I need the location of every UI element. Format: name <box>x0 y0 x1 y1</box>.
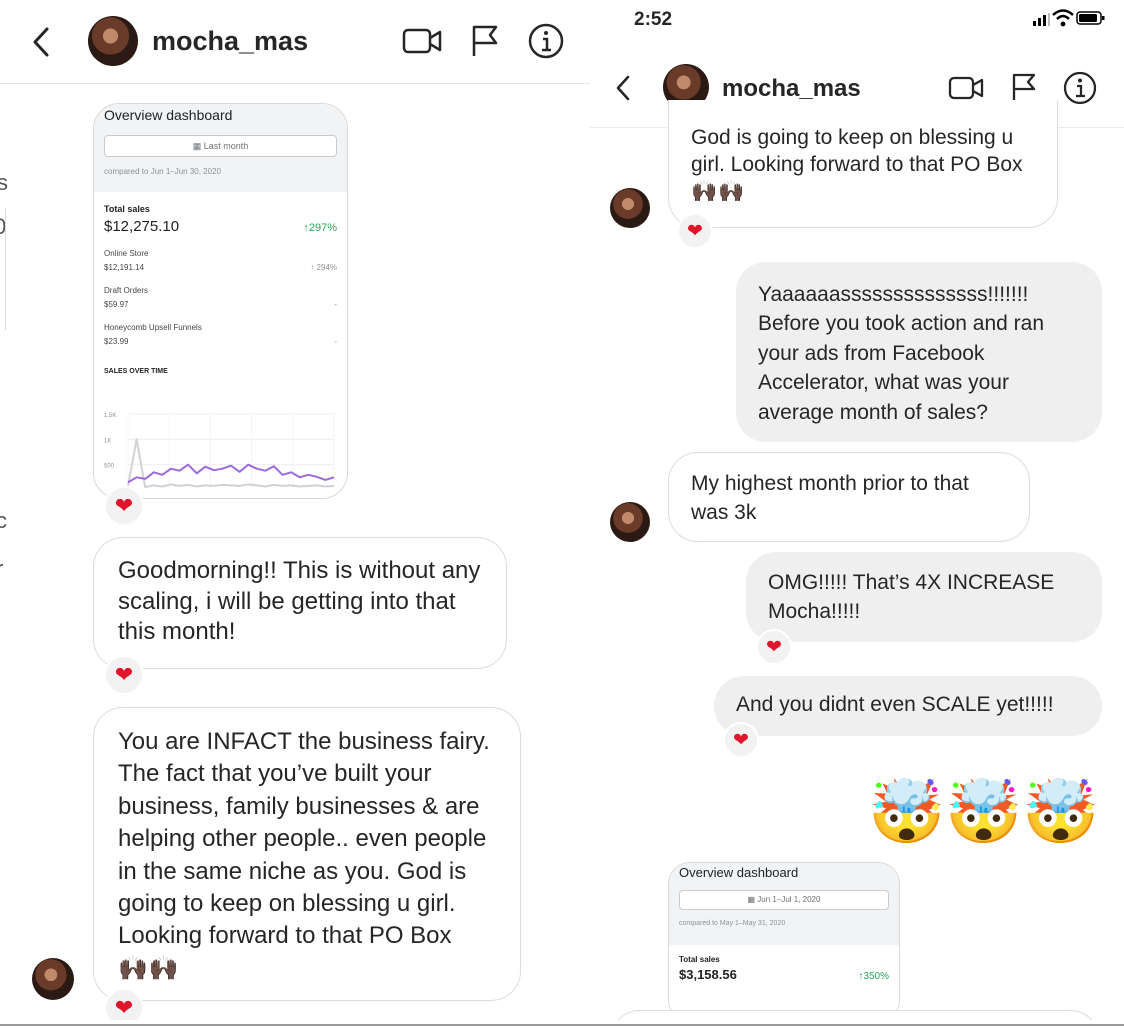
dashboard-header: Overview dashboard ▦ Last month compared… <box>94 104 347 192</box>
shared-dashboard-image[interactable]: Overview dashboard ▦ Jun 1–Jul 1, 2020 c… <box>668 862 900 1020</box>
row-label: Honeycomb Upsell Funnels <box>104 323 202 332</box>
bottom-border <box>0 1024 1124 1026</box>
total-sales-label: Total sales <box>679 955 720 964</box>
row-change: - <box>334 300 337 309</box>
message-text: And you didnt even SCALE yet!!!!! <box>736 693 1054 716</box>
edge-divider <box>0 208 6 330</box>
compared-text: compared to Jun 1–Jun 30, 2020 <box>104 167 221 176</box>
sender-avatar[interactable] <box>610 502 650 542</box>
video-call-icon[interactable] <box>402 26 442 56</box>
signal-icon <box>1033 13 1050 26</box>
status-time: 2:52 <box>634 9 673 30</box>
back-arrow-icon[interactable] <box>30 26 52 58</box>
row-value: $59.97 <box>104 300 129 309</box>
heart-reaction[interactable]: ❤ <box>104 988 144 1020</box>
edge-text: l <box>0 746 1 772</box>
info-icon[interactable] <box>527 22 565 60</box>
edge-text: s <box>0 170 8 195</box>
row-value: $12,191.14 <box>104 263 145 272</box>
message-text: You are INFACT the business fairy. The f… <box>118 728 490 950</box>
exploding-head-emoji[interactable]: 🤯🤯🤯 <box>868 782 1100 844</box>
dashboard-body: Total sales $12,275.10 ↑297% Online Stor… <box>94 192 347 375</box>
dashboard-header: Overview dashboard ▦ Jun 1–Jul 1, 2020 c… <box>669 863 899 945</box>
heart-reaction[interactable]: ❤ <box>723 722 759 758</box>
total-sales-value: $3,158.56 <box>679 967 737 982</box>
total-sales-value: $12,275.10 <box>104 218 180 235</box>
total-sales-change: ↑297% <box>303 222 337 234</box>
message-bubble[interactable]: My highest month prior to that was 3k <box>668 452 1030 542</box>
row-change: ↑ 294% <box>310 263 337 272</box>
y-tick-label: 500 <box>104 464 115 470</box>
chat-header: mocha_mas <box>0 0 590 84</box>
date-range-label: Jun 1–Jul 1, 2020 <box>757 895 821 904</box>
message-bubble[interactable]: God is going to keep on blessing u girl.… <box>668 100 1058 228</box>
breakdown-row: Online Store $12,191.14 ↑ 294% <box>104 249 337 272</box>
dashboard-title: Overview dashboard <box>679 865 799 880</box>
battery-icon <box>1076 11 1105 25</box>
y-tick-label: 1K <box>104 438 111 444</box>
message-bubble[interactable]: OMG!!!!! That’s 4X INCREASE Mocha!!!!! <box>746 552 1102 642</box>
shared-dashboard-image[interactable]: Overview dashboard ▦ Last month compared… <box>93 103 348 499</box>
edge-text: c <box>0 508 7 533</box>
message-bubble[interactable]: And you didnt even SCALE yet!!!!! <box>714 676 1102 736</box>
heart-icon: ❤ <box>733 729 749 751</box>
row-change: - <box>334 337 337 346</box>
heart-reaction[interactable]: ❤ <box>677 213 713 249</box>
sales-series-line <box>127 438 335 488</box>
row-value: $23.99 <box>104 337 129 346</box>
breakdown-row: Draft Orders $59.97 - <box>104 286 337 309</box>
right-screenshot: 2:52 mocha_mas God is going to keep on b… <box>590 0 1124 1020</box>
message-text: My highest month prior to that was 3k <box>691 472 969 525</box>
message-text: Goodmorning!! This is without any scalin… <box>118 557 481 646</box>
heart-reaction[interactable]: ❤ <box>104 655 144 695</box>
heart-reaction[interactable]: ❤ <box>104 486 144 526</box>
y-tick-label: 1.5K <box>104 413 116 419</box>
raised-hands-icon: 🙌🏿🙌🏿 <box>691 179 746 203</box>
edge-text: r <box>0 556 3 582</box>
breakdown-row: Honeycomb Upsell Funnels $23.99 - <box>104 323 337 346</box>
date-range-label: Last month <box>203 141 249 151</box>
username[interactable]: mocha_mas <box>722 75 861 103</box>
message-bubble[interactable]: Yaaaaaassssssssssssss!!!!!!! Before you … <box>736 262 1102 442</box>
message-bubble[interactable] <box>610 1010 1100 1020</box>
message-text: Yaaaaaassssssssssssss!!!!!!! Before you … <box>758 283 1045 424</box>
calendar-icon: ▦ <box>192 141 204 151</box>
total-sales-change: ↑350% <box>858 971 889 982</box>
flag-icon[interactable] <box>470 24 500 58</box>
message-bubble[interactable]: Goodmorning!! This is without any scalin… <box>93 537 507 669</box>
sales-chart: 1.5K 1K 500 <box>104 413 335 490</box>
wifi-icon <box>1052 9 1074 27</box>
raised-hands-icon: 🙌🏿🙌🏿 <box>118 954 180 982</box>
info-icon[interactable] <box>1062 70 1098 106</box>
message-text: OMG!!!!! That’s 4X INCREASE Mocha!!!!! <box>768 571 1055 624</box>
row-label: Online Store <box>104 249 149 258</box>
date-range-button[interactable]: ▦ Jun 1–Jul 1, 2020 <box>679 890 889 910</box>
video-call-icon[interactable] <box>948 74 984 102</box>
username[interactable]: mocha_mas <box>152 26 308 57</box>
compared-text: compared to May 1–May 31, 2020 <box>679 920 786 927</box>
message-text: God is going to keep on blessing u girl.… <box>691 126 1023 176</box>
avatar[interactable] <box>88 16 138 66</box>
heart-icon: ❤ <box>766 636 782 658</box>
chart-title: SALES OVER TIME <box>104 368 168 375</box>
sender-avatar[interactable] <box>610 188 650 228</box>
dashboard-title: Overview dashboard <box>104 107 233 123</box>
heart-icon: ❤ <box>114 995 134 1020</box>
row-label: Draft Orders <box>104 286 149 295</box>
dashboard-body: Total sales $3,158.56 ↑350% <box>669 945 899 982</box>
sender-avatar[interactable] <box>32 958 74 1000</box>
message-bubble[interactable]: You are INFACT the business fairy. The f… <box>93 707 521 1001</box>
back-arrow-icon[interactable] <box>614 74 632 102</box>
date-range-button[interactable]: ▦ Last month <box>104 135 337 157</box>
sales-series-line <box>127 463 335 484</box>
heart-reaction[interactable]: ❤ <box>756 629 792 665</box>
total-sales-label: Total sales <box>104 204 150 214</box>
calendar-icon: ▦ <box>747 895 758 904</box>
heart-icon: ❤ <box>687 220 703 242</box>
left-screenshot: mocha_mas s 0 c r l Overview dashboard ▦… <box>0 0 590 1020</box>
heart-icon: ❤ <box>114 662 134 687</box>
heart-icon: ❤ <box>114 493 134 518</box>
